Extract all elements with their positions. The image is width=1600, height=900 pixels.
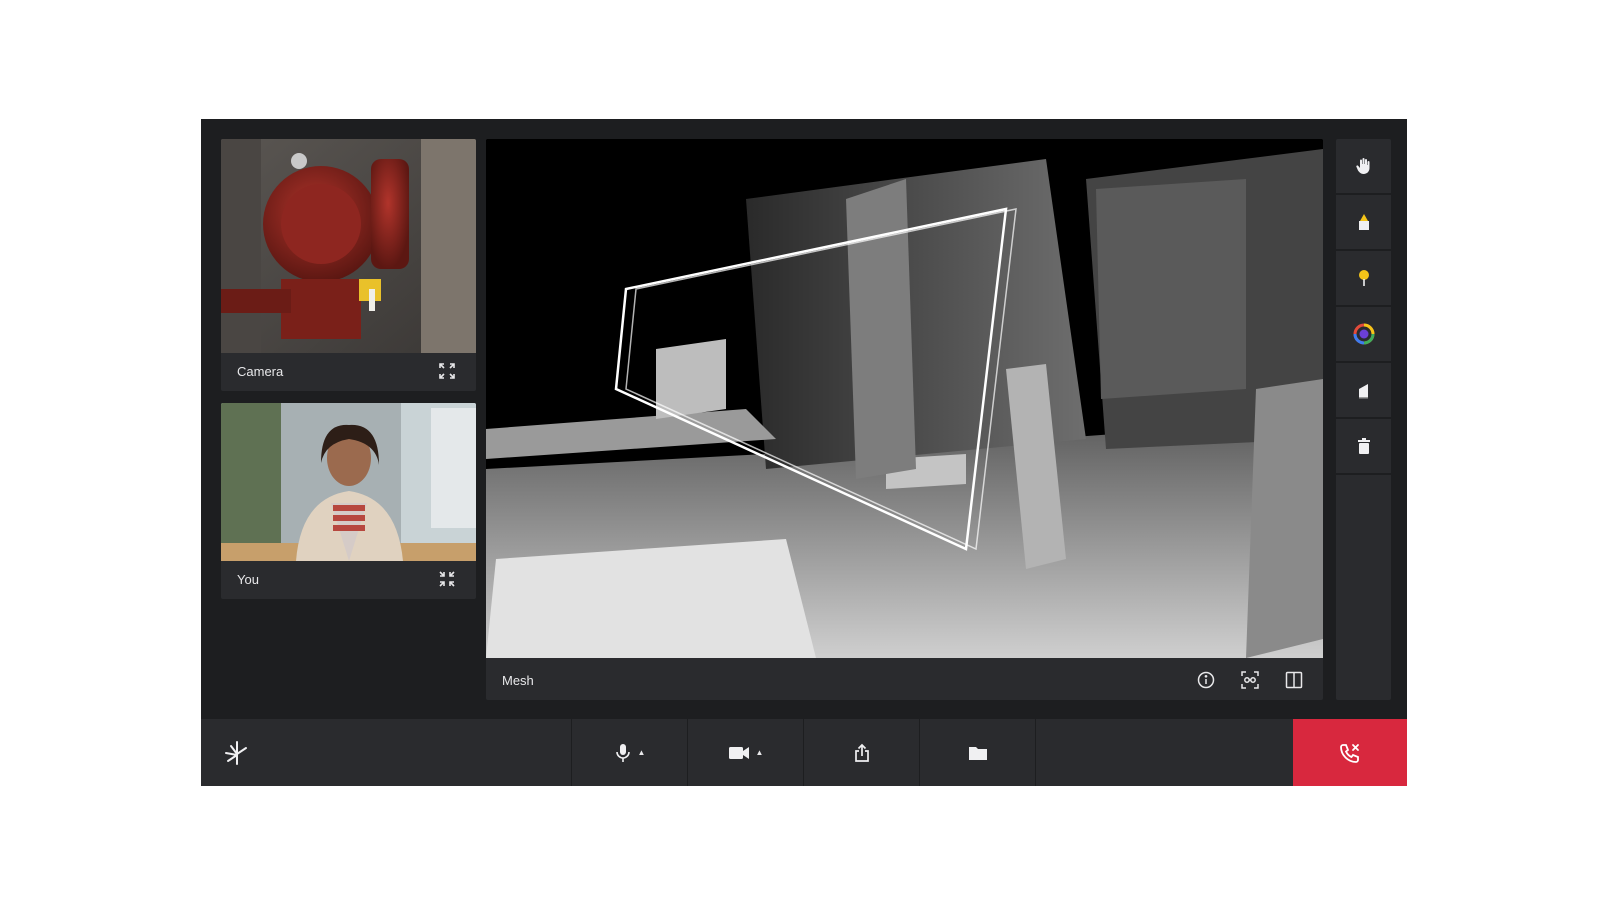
self-view-image [221, 403, 476, 561]
eraser-icon [1358, 384, 1368, 399]
controls-spacer [1036, 719, 1293, 786]
folder-icon [968, 746, 987, 760]
annotation-toolbar [1336, 139, 1391, 700]
self-view-tile[interactable]: You [221, 403, 476, 599]
camera-tile[interactable]: Camera [221, 139, 476, 391]
files-button[interactable] [920, 719, 1036, 786]
info-icon[interactable] [1193, 667, 1219, 693]
video-camera-icon [728, 746, 749, 759]
microphone-menu-caret[interactable]: ▲ [638, 748, 646, 757]
hand-icon [1355, 158, 1369, 174]
call-controls-bar: ▲ ▲ [201, 719, 1407, 786]
expand-icon[interactable] [434, 358, 460, 384]
mesh-viewport[interactable] [486, 139, 1323, 658]
pin-icon [1358, 270, 1369, 286]
color-wheel-icon [1353, 323, 1374, 345]
self-view-feed [221, 403, 476, 561]
call-window: Camera You Mesh ▲ ▲ [201, 119, 1407, 786]
hand-tool[interactable] [1336, 139, 1391, 195]
pin-tool[interactable] [1336, 251, 1391, 307]
mesh-scene [486, 139, 1323, 658]
mesh-label: Mesh [502, 672, 534, 688]
arrow-marker-tool[interactable] [1336, 195, 1391, 251]
microphone-button[interactable]: ▲ [572, 719, 688, 786]
split-view-icon[interactable] [1281, 667, 1307, 693]
collapse-icon[interactable] [434, 566, 460, 592]
microphone-icon [615, 743, 630, 762]
delete-tool[interactable] [1336, 419, 1391, 475]
logo-icon [225, 740, 247, 765]
self-view-label: You [237, 571, 259, 587]
video-menu-caret[interactable]: ▲ [756, 748, 764, 757]
face-scan-icon[interactable] [1237, 667, 1263, 693]
camera-label: Camera [237, 363, 284, 379]
trash-icon [1357, 438, 1370, 454]
share-icon [854, 743, 869, 762]
share-button[interactable] [804, 719, 920, 786]
color-picker-tool[interactable] [1336, 307, 1391, 363]
mesh-tile[interactable]: Mesh [486, 139, 1323, 700]
camera-feed [221, 139, 476, 353]
end-call-button[interactable] [1293, 719, 1407, 786]
end-call-icon [1340, 743, 1359, 763]
app-logo [201, 719, 572, 786]
video-button[interactable]: ▲ [688, 719, 804, 786]
eraser-tool[interactable] [1336, 363, 1391, 419]
camera-feed-image [221, 139, 476, 353]
arrow-marker-icon [1358, 214, 1369, 230]
